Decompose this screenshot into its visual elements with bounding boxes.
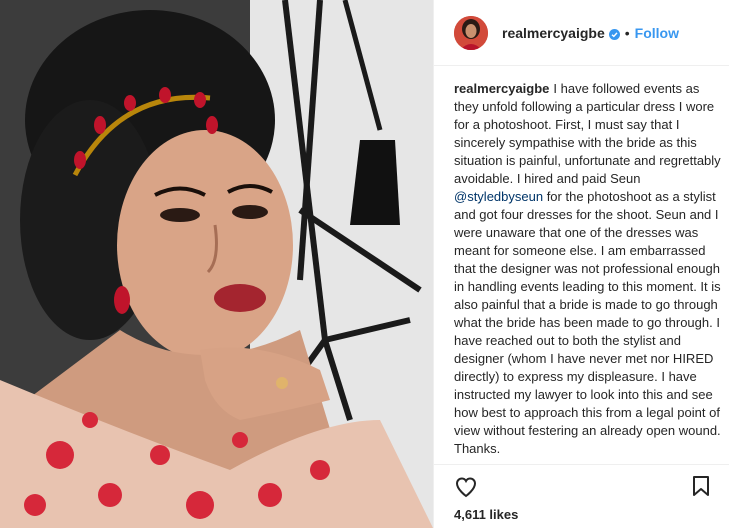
heart-icon[interactable] — [454, 475, 478, 499]
post-photo — [0, 0, 433, 528]
bookmark-icon[interactable] — [692, 475, 710, 497]
verified-badge-icon — [608, 27, 620, 40]
post-photo-illustration — [0, 0, 433, 528]
avatar-image — [454, 15, 488, 50]
caption-username[interactable]: realmercyaigbe — [454, 81, 549, 96]
likes-count[interactable]: 4,611 likes — [454, 507, 518, 522]
post-header: realmercyaigbe • Follow — [434, 0, 729, 66]
post-actions: 4,611 likes — [434, 464, 729, 528]
post-detail-panel: realmercyaigbe • Follow realmercyaigbe I … — [433, 0, 729, 528]
caption-mention-link[interactable]: @styledbyseun — [454, 189, 543, 204]
avatar[interactable] — [454, 15, 488, 50]
caption-text-before: I have followed events as they unfold fo… — [454, 81, 721, 186]
post-caption: realmercyaigbe I have followed events as … — [454, 80, 722, 458]
post-username[interactable]: realmercyaigbe — [502, 25, 605, 41]
follow-button[interactable]: Follow — [635, 25, 679, 41]
caption-text-after: for the photoshoot as a stylist and got … — [454, 189, 721, 456]
separator-dot: • — [624, 24, 630, 41]
